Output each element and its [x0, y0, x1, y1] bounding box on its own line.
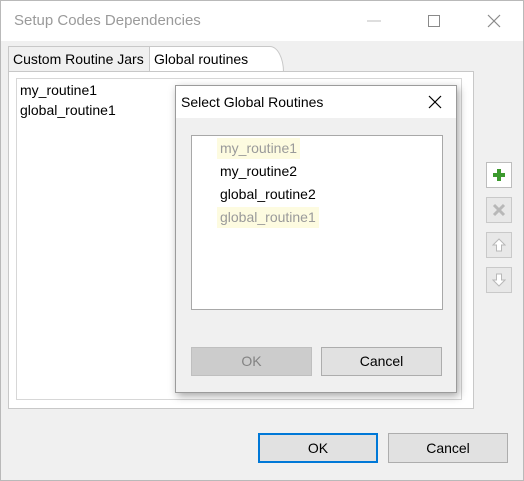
minimize-button[interactable] [351, 1, 397, 41]
add-button[interactable] [486, 162, 512, 188]
minimize-icon [367, 20, 381, 22]
move-up-button[interactable] [486, 232, 512, 258]
list-item[interactable]: my_routine2 [217, 161, 300, 182]
list-item[interactable]: global_routine1 [20, 102, 116, 118]
list-item[interactable]: my_routine1 [20, 82, 97, 98]
dialog-ok-button[interactable]: OK [191, 347, 312, 376]
delete-x-icon [492, 203, 506, 217]
tab-global-routines[interactable]: Global routines [149, 46, 284, 72]
dialog-titlebar: Select Global Routines [176, 86, 456, 118]
arrow-up-icon [492, 238, 506, 252]
ok-button[interactable]: OK [258, 433, 378, 463]
window-titlebar: Setup Codes Dependencies [1, 1, 523, 41]
setup-codes-dependencies-window: Setup Codes Dependencies Custom Routine … [0, 0, 524, 481]
dialog-cancel-button[interactable]: Cancel [321, 347, 442, 376]
select-global-routines-dialog: Select Global Routines my_routine1 my_ro… [175, 85, 457, 393]
arrow-down-icon [492, 273, 506, 287]
window-title: Setup Codes Dependencies [14, 12, 201, 29]
tab-custom-routine-jars[interactable]: Custom Routine Jars [8, 46, 150, 72]
list-item: global_routine1 [217, 207, 319, 228]
dialog-close-button[interactable] [420, 90, 450, 114]
plus-icon [493, 169, 505, 181]
close-icon [428, 95, 442, 109]
move-down-button[interactable] [486, 267, 512, 293]
list-item[interactable]: global_routine2 [217, 184, 319, 205]
cancel-button[interactable]: Cancel [388, 433, 508, 463]
close-button[interactable] [471, 1, 517, 41]
global-routines-list[interactable]: my_routine1 my_routine2 global_routine2 … [191, 135, 443, 310]
list-item: my_routine1 [217, 138, 301, 159]
dialog-title: Select Global Routines [181, 94, 324, 110]
remove-button[interactable] [486, 197, 512, 223]
maximize-button[interactable] [411, 1, 457, 41]
maximize-icon [428, 15, 440, 27]
close-icon [487, 14, 501, 28]
